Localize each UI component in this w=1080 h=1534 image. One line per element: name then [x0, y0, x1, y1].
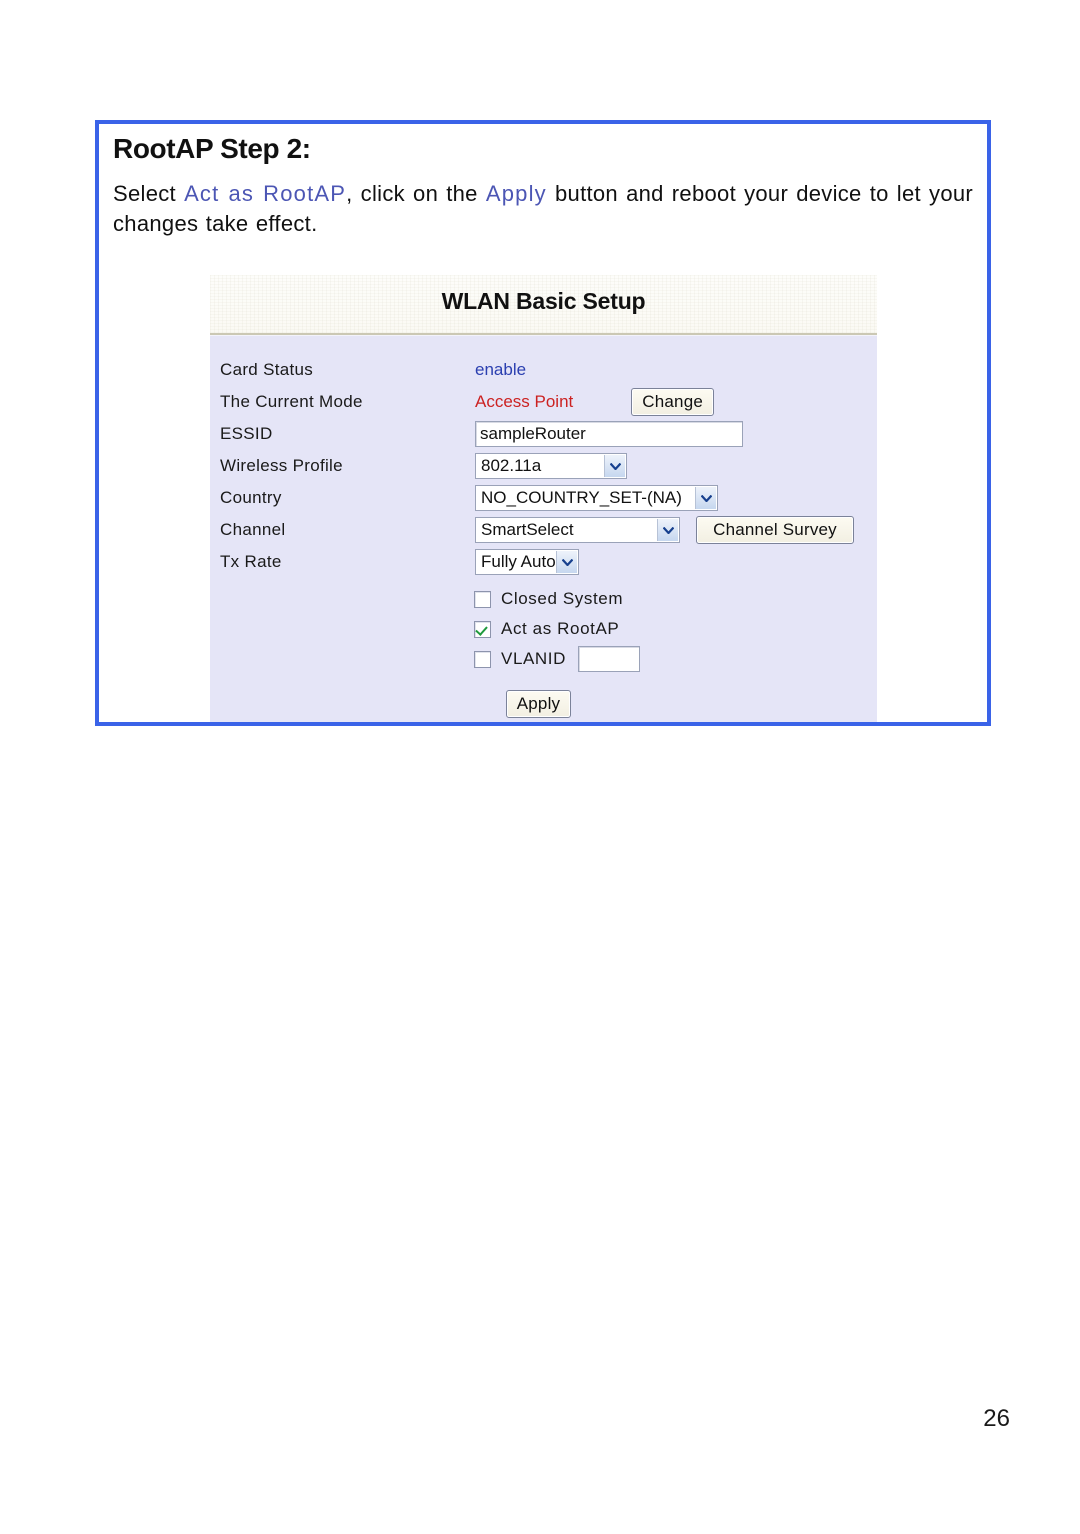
country-select[interactable]: NO_COUNTRY_SET-(NA): [475, 485, 718, 511]
change-mode-button[interactable]: Change: [631, 388, 715, 416]
closed-system-checkbox[interactable]: [474, 590, 491, 608]
label-tx-rate: Tx Rate: [220, 552, 282, 571]
instruction-text-part1: Select: [113, 180, 185, 206]
instruction-highlight-act-as-rootap: Act as RootAP: [184, 180, 347, 206]
page-number: 26: [983, 1405, 1010, 1432]
page-title: RootAP Step 2:: [113, 133, 311, 164]
row-act-as-rootap: Act as RootAP: [474, 614, 877, 644]
chevron-down-icon[interactable]: [556, 551, 577, 573]
value-card-status-wrap: enable: [475, 360, 877, 380]
vlanid-input[interactable]: [578, 646, 641, 672]
row-vlanid: VLANID: [474, 644, 877, 674]
apply-button[interactable]: Apply: [505, 690, 572, 718]
row-current-mode: The Current Mode Access Point Change: [210, 386, 877, 418]
tx-rate-select[interactable]: Fully Auto: [475, 549, 579, 575]
chevron-down-icon[interactable]: [695, 487, 716, 509]
instruction-block: RootAP Step 2: Select Act as RootAP, cli…: [113, 133, 973, 240]
label-card-status: Card Status: [220, 360, 314, 379]
label-essid: ESSID: [220, 424, 273, 443]
row-tx-rate: Tx Rate Fully Auto: [210, 546, 877, 578]
country-selected-value: NO_COUNTRY_SET-(NA): [481, 488, 682, 507]
options-checkbox-group: Closed System Act as RootAP VLANID: [210, 578, 877, 674]
wireless-profile-selected-value: 802.11a: [481, 456, 542, 475]
channel-select[interactable]: SmartSelect: [475, 517, 680, 543]
label-current-mode: The Current Mode: [220, 392, 363, 411]
vlanid-checkbox[interactable]: [474, 650, 491, 668]
value-channel-wrap: SmartSelect Channel Survey: [475, 516, 877, 544]
vlanid-label: VLANID: [501, 649, 567, 668]
act-as-rootap-checkbox[interactable]: [474, 620, 491, 638]
apply-row: Apply: [210, 690, 877, 718]
value-current-mode-wrap: Access Point Change: [475, 388, 877, 416]
panel-body: Card Status enable The Current Mode Acce…: [210, 335, 877, 722]
closed-system-label: Closed System: [501, 589, 624, 608]
row-wireless-profile: Wireless Profile 802.11a: [210, 450, 877, 482]
value-essid-wrap: [475, 421, 877, 447]
value-card-status: enable: [475, 360, 527, 379]
chevron-down-icon[interactable]: [657, 519, 678, 541]
panel-title: WLAN Basic Setup: [441, 288, 646, 314]
channel-selected-value: SmartSelect: [481, 520, 574, 539]
chevron-down-icon[interactable]: [604, 455, 625, 477]
instruction-paragraph: Select Act as RootAP, click on the Apply…: [113, 179, 973, 240]
value-tx-rate-wrap: Fully Auto: [475, 549, 877, 575]
row-closed-system: Closed System: [474, 584, 877, 614]
essid-input[interactable]: [475, 421, 743, 447]
instruction-highlight-apply: Apply: [485, 180, 547, 206]
wireless-profile-select[interactable]: 802.11a: [475, 453, 627, 479]
row-country: Country NO_COUNTRY_SET-(NA): [210, 482, 877, 514]
row-channel: Channel SmartSelect Channel Survey: [210, 514, 877, 546]
row-essid: ESSID: [210, 418, 877, 450]
instruction-text-part2: , click on the: [346, 180, 486, 206]
value-country-wrap: NO_COUNTRY_SET-(NA): [475, 485, 877, 511]
label-country: Country: [220, 488, 282, 507]
value-wireless-profile-wrap: 802.11a: [475, 453, 877, 479]
act-as-rootap-label: Act as RootAP: [501, 619, 620, 638]
channel-survey-button[interactable]: Channel Survey: [696, 516, 854, 544]
row-card-status: Card Status enable: [210, 354, 877, 386]
panel-header: WLAN Basic Setup: [210, 275, 877, 335]
wlan-basic-setup-panel: WLAN Basic Setup Card Status enable The …: [210, 275, 877, 722]
figure-frame: RootAP Step 2: Select Act as RootAP, cli…: [95, 120, 991, 726]
tx-rate-selected-value: Fully Auto: [481, 552, 556, 571]
value-current-mode: Access Point: [475, 392, 574, 411]
label-wireless-profile: Wireless Profile: [220, 456, 343, 475]
label-channel: Channel: [220, 520, 286, 539]
